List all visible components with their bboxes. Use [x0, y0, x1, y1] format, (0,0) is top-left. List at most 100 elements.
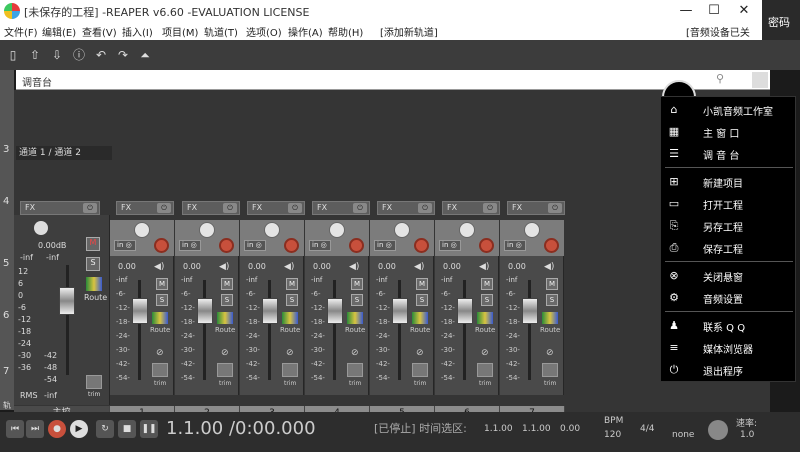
master-fx-button[interactable]: FX ⏻ [20, 201, 100, 215]
route-icon[interactable] [542, 312, 558, 324]
menu-insert[interactable]: 插入(I) [122, 24, 153, 39]
volume-fader[interactable] [392, 298, 408, 324]
menu-item-open-project[interactable]: ▭ 打开工程 [661, 193, 797, 215]
power-icon[interactable]: ⏻ [353, 203, 367, 213]
master-route-icon[interactable] [86, 277, 102, 291]
fx-button-1[interactable]: FX ⏻ [116, 201, 174, 215]
mixer-close-button[interactable] [752, 72, 768, 88]
route-icon[interactable] [347, 312, 363, 324]
route-icon[interactable] [412, 312, 428, 324]
power-icon[interactable]: ⏻ [418, 203, 432, 213]
record-arm-button[interactable] [479, 238, 494, 253]
menu-item-exit[interactable]: ⏻ 退出程序 [661, 359, 797, 381]
bpm-value[interactable]: 120 [604, 430, 621, 440]
info-icon[interactable]: ⓘ [70, 46, 88, 64]
solo-button[interactable]: S [481, 294, 493, 306]
phase-icon[interactable]: ⊘ [156, 348, 164, 358]
rate-value[interactable]: 1.0 [740, 430, 754, 440]
solo-button[interactable]: S [546, 294, 558, 306]
record-arm-button[interactable] [219, 238, 234, 253]
record-button[interactable]: ● [48, 420, 66, 438]
fx-button-4[interactable]: FX ⏻ [312, 201, 370, 215]
record-arm-button[interactable] [349, 238, 364, 253]
sync-mode[interactable]: none [672, 430, 694, 440]
input-button[interactable]: in ◎ [504, 240, 526, 251]
power-icon[interactable]: ⏻ [483, 203, 497, 213]
menu-item-audio-settings[interactable]: ⚙ 音频设置 [661, 287, 797, 309]
menu-item-save[interactable]: ⎙ 保存工程 [661, 237, 797, 259]
menu-project[interactable]: 项目(M) [162, 24, 198, 39]
solo-button[interactable]: S [156, 294, 168, 306]
trim-icon[interactable] [542, 363, 558, 377]
trim-icon[interactable] [152, 363, 168, 377]
input-button[interactable]: in ◎ [179, 240, 201, 251]
pan-knob[interactable] [394, 222, 410, 238]
menu-file[interactable]: 文件(F) [4, 24, 38, 39]
solo-button[interactable]: S [286, 294, 298, 306]
volume-fader[interactable] [197, 298, 213, 324]
mute-button[interactable]: M [156, 278, 168, 290]
rate-knob[interactable] [708, 420, 728, 440]
power-icon[interactable]: ⏻ [223, 203, 237, 213]
input-button[interactable]: in ◎ [244, 240, 266, 251]
skip-end-icon[interactable]: ⏭ [26, 420, 44, 438]
fx-button-3[interactable]: FX ⏻ [247, 201, 305, 215]
phase-icon[interactable]: ⊘ [416, 348, 424, 358]
phase-icon[interactable]: ⊘ [546, 348, 554, 358]
pan-knob[interactable] [329, 222, 345, 238]
master-solo-button[interactable]: S [86, 257, 100, 271]
volume-fader[interactable] [132, 298, 148, 324]
input-button[interactable]: in ◎ [309, 240, 331, 251]
menu-item-mixer[interactable]: ☰ 调 音 台 [661, 143, 797, 165]
upload-icon[interactable]: ⇧ [26, 46, 44, 64]
pan-knob[interactable] [459, 222, 475, 238]
mute-button[interactable]: M [416, 278, 428, 290]
menu-item-contact-qq[interactable]: ♟ 联系 Q Q [661, 315, 797, 337]
volume-fader[interactable] [262, 298, 278, 324]
menu-item-new-project[interactable]: ⊞ 新建项目 [661, 171, 797, 193]
phase-icon[interactable]: ⊘ [351, 348, 359, 358]
solo-button[interactable]: S [221, 294, 233, 306]
input-button[interactable]: in ◎ [439, 240, 461, 251]
mute-button[interactable]: M [481, 278, 493, 290]
selection-length[interactable]: 0.00 [560, 424, 580, 434]
play-button[interactable]: ▶ [70, 420, 88, 438]
menu-item-save-as[interactable]: ⎘ 另存工程 [661, 215, 797, 237]
fx-button-6[interactable]: FX ⏻ [442, 201, 500, 215]
minimize-button[interactable]: — [672, 0, 700, 22]
route-icon[interactable] [152, 312, 168, 324]
record-arm-button[interactable] [284, 238, 299, 253]
menu-actions[interactable]: 操作(A) [288, 24, 323, 39]
pause-button[interactable]: ❚❚ [140, 420, 158, 438]
master-mute-button[interactable]: M [86, 237, 100, 251]
record-arm-button[interactable] [414, 238, 429, 253]
menu-edit[interactable]: 编辑(E) [42, 24, 76, 39]
mute-button[interactable]: M [546, 278, 558, 290]
add-track-button[interactable]: [添加新轨道] [380, 24, 438, 39]
trim-icon[interactable] [217, 363, 233, 377]
record-arm-button[interactable] [154, 238, 169, 253]
route-icon[interactable] [282, 312, 298, 324]
power-icon[interactable]: ⏻ [157, 203, 171, 213]
new-file-icon[interactable]: ▯ [4, 46, 22, 64]
trim-icon[interactable] [477, 363, 493, 377]
trim-icon[interactable] [347, 363, 363, 377]
fx-button-2[interactable]: FX ⏻ [182, 201, 240, 215]
phase-icon[interactable]: ⊘ [221, 348, 229, 358]
menu-track[interactable]: 轨道(T) [204, 24, 238, 39]
route-icon[interactable] [477, 312, 493, 324]
redo-icon[interactable]: ↷ [114, 46, 132, 64]
menu-options[interactable]: 选项(O) [246, 24, 282, 39]
menu-item-main-window[interactable]: ▦ 主 窗 口 [661, 121, 797, 143]
volume-fader[interactable] [457, 298, 473, 324]
pan-knob[interactable] [199, 222, 215, 238]
solo-button[interactable]: S [351, 294, 363, 306]
trim-icon[interactable] [412, 363, 428, 377]
close-button[interactable]: ✕ [730, 0, 758, 22]
pan-knob[interactable] [264, 222, 280, 238]
power-icon[interactable]: ⏻ [288, 203, 302, 213]
skip-start-icon[interactable]: ⏮ [6, 420, 24, 438]
master-trim-icon[interactable] [86, 375, 102, 389]
fx-button-5[interactable]: FX ⏻ [377, 201, 435, 215]
pan-knob[interactable] [524, 222, 540, 238]
